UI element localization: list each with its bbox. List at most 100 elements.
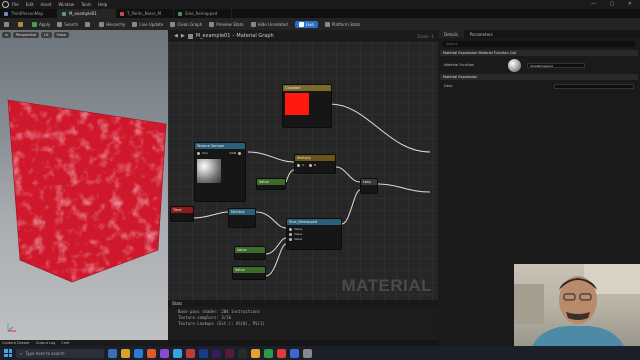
graph-icon bbox=[187, 33, 193, 39]
live-button[interactable]: Live bbox=[294, 20, 318, 28]
scalar-node-3[interactable]: Value bbox=[232, 266, 266, 280]
material-icon bbox=[62, 11, 66, 16]
content-drawer-button[interactable]: Content Drawer bbox=[2, 341, 30, 345]
app-icon[interactable] bbox=[290, 348, 299, 358]
multiply-node[interactable]: Multiply A B bbox=[294, 154, 336, 174]
menu-window[interactable]: Window bbox=[58, 2, 74, 7]
scalar-node-3-title: Value bbox=[233, 267, 265, 273]
multiply-a-pin[interactable] bbox=[297, 163, 300, 167]
sine-input-label-2: Value bbox=[294, 232, 303, 236]
cmd-button[interactable]: Cmd bbox=[61, 341, 69, 345]
scalar-node-1[interactable]: Value bbox=[256, 178, 286, 190]
graph-canvas[interactable]: Constant Texture Sample UVs RGB Multiply … bbox=[168, 42, 438, 300]
viewport-menu-button[interactable]: ≡ bbox=[2, 32, 11, 38]
menu-edit[interactable]: Edit bbox=[26, 2, 34, 7]
folder-icon[interactable] bbox=[121, 348, 130, 358]
multiply-node-2-title: Multiply bbox=[229, 209, 255, 215]
forward-arrow-icon[interactable]: ▶ bbox=[181, 33, 185, 39]
app-icon[interactable] bbox=[277, 348, 286, 358]
uv-pin[interactable]: UVs bbox=[197, 151, 208, 155]
browse-button[interactable] bbox=[18, 21, 25, 27]
taskbar-search-label: Type here to search bbox=[25, 350, 65, 356]
sine-remapped-node[interactable]: Sine_Remapped Value Value Value bbox=[286, 218, 342, 250]
unreal-taskbar-icon[interactable] bbox=[238, 348, 247, 358]
file-explorer-icon[interactable] bbox=[108, 348, 117, 358]
multiply-node-2[interactable]: Multiply bbox=[228, 208, 256, 228]
app-icon[interactable] bbox=[186, 348, 195, 358]
constant-swatch bbox=[285, 93, 309, 115]
live-update-button[interactable]: Live Update bbox=[132, 21, 164, 27]
tab-label: M_example01 bbox=[69, 11, 97, 16]
live-update-label: Live Update bbox=[139, 21, 164, 27]
edge-icon[interactable] bbox=[134, 348, 143, 358]
menu-file[interactable]: File bbox=[12, 2, 19, 7]
menu-tools[interactable]: Tools bbox=[81, 2, 91, 7]
tab-label: ThirdPersonMap bbox=[11, 11, 44, 16]
menu-asset[interactable]: Asset bbox=[40, 2, 51, 7]
texture-sample-node[interactable]: Texture Sample UVs RGB bbox=[194, 142, 246, 202]
unreal-logo-icon[interactable] bbox=[2, 1, 9, 8]
output-log-button[interactable]: Output Log bbox=[36, 341, 56, 345]
platform-stats-label: Platform Stats bbox=[331, 21, 361, 27]
app-icon[interactable] bbox=[173, 348, 182, 358]
time-node[interactable]: Time bbox=[170, 206, 194, 222]
multiply-b-pin[interactable] bbox=[309, 163, 313, 167]
lerp-node[interactable]: Lerp bbox=[360, 178, 378, 194]
live-update-icon bbox=[132, 21, 138, 27]
tab-sine-remapped[interactable]: Sine_Remapped bbox=[174, 9, 232, 18]
scalar-node-title: Value bbox=[257, 179, 285, 185]
apply-button[interactable]: Apply bbox=[32, 21, 50, 27]
windows-start-icon[interactable] bbox=[4, 349, 12, 357]
search-button[interactable]: Search bbox=[57, 21, 78, 27]
folder-icon bbox=[18, 21, 23, 27]
window-controls[interactable]: — ▢ ✕ bbox=[591, 1, 638, 7]
lit-button[interactable]: Lit bbox=[41, 32, 52, 38]
tab-label: Sine_Remapped bbox=[185, 11, 218, 16]
photoshop-icon[interactable] bbox=[199, 348, 208, 358]
texture-thumbnail bbox=[197, 159, 221, 183]
material-function-dropdown[interactable]: SineRemapped bbox=[527, 62, 586, 68]
rgb-pin[interactable]: RGB bbox=[230, 151, 243, 155]
home-button[interactable] bbox=[85, 21, 92, 27]
graph-header: ◀ ▶ M_example01 › Material Graph Zoom -1 bbox=[168, 30, 438, 42]
platform-stats-button[interactable]: Platform Stats bbox=[324, 21, 361, 27]
save-button[interactable] bbox=[4, 21, 11, 27]
clean-graph-button[interactable]: Clean Graph bbox=[170, 21, 202, 27]
breadcrumb-root[interactable]: M_example01 bbox=[196, 33, 231, 39]
lerp-node-title: Lerp bbox=[361, 179, 377, 185]
tab-m-example01[interactable]: M_example01 bbox=[58, 9, 116, 18]
app-icon[interactable] bbox=[303, 348, 312, 358]
chrome-icon[interactable] bbox=[251, 348, 260, 358]
menu-help[interactable]: Help bbox=[98, 2, 107, 7]
show-button[interactable]: Show bbox=[53, 32, 69, 38]
scalar-node-2-title: Value bbox=[235, 247, 265, 253]
sine-input-pin-3[interactable]: Value bbox=[289, 237, 339, 242]
breadcrumb-child[interactable]: Material Graph bbox=[236, 33, 273, 39]
taskbar-search-input[interactable]: ⌕ Type here to search bbox=[16, 348, 104, 358]
tab-t-perlin-noise[interactable]: T_Perlin_Noise_M bbox=[116, 9, 174, 18]
perspective-button[interactable]: Perspective bbox=[12, 32, 40, 38]
app-icon[interactable] bbox=[264, 348, 273, 358]
desc-field[interactable] bbox=[554, 83, 634, 89]
back-arrow-icon[interactable]: ◀ bbox=[174, 33, 178, 39]
app-icon[interactable] bbox=[147, 348, 156, 358]
details-tabs: Details Parameters bbox=[438, 30, 640, 38]
preview-viewport[interactable]: ≡ Perspective Lit Show bbox=[0, 30, 168, 340]
preview-state-button[interactable]: Preview State bbox=[209, 21, 244, 27]
details-search-input[interactable]: Search bbox=[442, 41, 636, 47]
windows-taskbar: ⌕ Type here to search bbox=[0, 346, 640, 360]
stats-header[interactable]: Stats bbox=[168, 300, 438, 307]
material-function-row: Material Function SineRemapped bbox=[438, 58, 640, 72]
constant-node[interactable]: Constant bbox=[282, 84, 332, 128]
premiere-icon[interactable] bbox=[212, 348, 221, 358]
section-material-function-call[interactable]: Material Expression Material Function Ca… bbox=[440, 50, 638, 56]
scalar-node-2[interactable]: Value bbox=[234, 246, 266, 260]
hierarchy-button[interactable]: Hierarchy bbox=[99, 21, 125, 27]
hide-unrelated-button[interactable]: Hide Unrelated bbox=[250, 21, 288, 27]
visual-studio-icon[interactable] bbox=[160, 348, 169, 358]
tab-thirdpersonmap[interactable]: ThirdPersonMap bbox=[0, 9, 58, 18]
section-material-expression[interactable]: Material Expression bbox=[440, 74, 638, 80]
tab-details[interactable]: Details bbox=[438, 30, 464, 38]
tab-parameters[interactable]: Parameters bbox=[464, 30, 499, 38]
app-icon[interactable] bbox=[225, 348, 234, 358]
